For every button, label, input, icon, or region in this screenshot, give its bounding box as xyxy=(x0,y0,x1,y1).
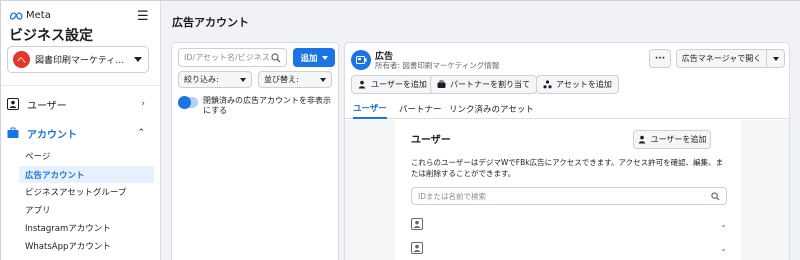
sidebar-subitem-ad-accounts[interactable]: 広告アカウント xyxy=(19,166,154,183)
tab-partners[interactable]: パートナー xyxy=(399,99,442,119)
business-avatar: へ xyxy=(13,51,30,68)
chevron-up-icon: ⌃ xyxy=(137,128,145,138)
sidebar-divider xyxy=(1,85,160,86)
action-label: パートナーを割り当て xyxy=(450,80,530,89)
add-user-icon xyxy=(358,80,366,89)
sidebar-item-label: アカウント xyxy=(27,129,77,141)
user-row[interactable]: ⌄ xyxy=(411,214,727,234)
menu-icon[interactable]: ☰ xyxy=(137,10,149,23)
page-heading: ビジネス設定 xyxy=(9,28,93,44)
account-owner: 所有者: 図書印刷マーケティング情報 xyxy=(375,61,500,70)
briefcase-icon xyxy=(7,127,19,138)
add-button[interactable]: 追加 xyxy=(293,48,335,67)
search-icon xyxy=(711,191,720,201)
sidebar-subitem-pages[interactable]: ページ xyxy=(19,147,155,164)
chevron-down-icon xyxy=(240,77,246,82)
tab-linked-assets[interactable]: リンク済みのアセット xyxy=(449,99,534,119)
users-description: これらのユーザーはデジマWでFBk広告にアクセスできます。アクセス許可を確認、編… xyxy=(411,158,724,178)
sidebar-item-users[interactable]: ユーザー › xyxy=(7,94,155,114)
add-asset-button[interactable]: アセットを追加 xyxy=(536,75,619,94)
chevron-down-icon xyxy=(772,56,779,61)
asset-search-input[interactable]: ID/アセット名/ビジネス... xyxy=(178,48,287,67)
assign-partner-button[interactable]: パートナーを割り当て xyxy=(430,75,537,94)
add-user-icon xyxy=(638,135,645,144)
add-button-label: 追加 xyxy=(300,53,318,64)
tab-users[interactable]: ユーザー xyxy=(353,99,387,119)
sidebar-subitem-whatsapp-accounts[interactable]: WhatsAppアカウント xyxy=(19,237,155,254)
user-avatar-icon xyxy=(411,242,423,254)
users-search-input[interactable]: IDまたは名前で検索 xyxy=(411,187,727,205)
chevron-right-icon: › xyxy=(141,99,145,109)
users-icon xyxy=(7,98,19,110)
add-user-action-button[interactable]: ユーザーを追加 xyxy=(351,75,434,94)
users-section-background: ユーザー ユーザーを追加 これらのユーザーはデジマWでFBk広告にアクセスできま… xyxy=(345,120,789,260)
toggle-label: 閉鎖済みの広告アカウントを非表示にする xyxy=(203,96,331,115)
action-label: ユーザーを追加 xyxy=(371,80,427,89)
page-title: 広告アカウント xyxy=(172,16,249,29)
chevron-down-icon xyxy=(321,55,328,60)
toggle-knob xyxy=(178,96,191,109)
users-title: ユーザー xyxy=(411,135,451,146)
users-search-placeholder: IDまたは名前で検索 xyxy=(418,191,486,201)
business-selector[interactable]: へ 図書印刷マーケティング... xyxy=(7,46,149,73)
sidebar: Meta ☰ ビジネス設定 へ 図書印刷マーケティング... ユーザー › アカ… xyxy=(1,1,161,260)
users-add-label: ユーザーを追加 xyxy=(650,135,707,144)
asset-icon xyxy=(543,80,552,89)
search-icon xyxy=(271,52,281,62)
account-list-panel: ID/アセット名/ビジネス... 追加 絞り込み: 並び替え: 閉鎖済みの広告ア… xyxy=(171,42,339,260)
business-name: 図書印刷マーケティング... xyxy=(35,56,130,66)
user-avatar-icon xyxy=(411,218,423,230)
chevron-down-icon xyxy=(320,77,326,82)
meta-logo-icon xyxy=(9,11,23,20)
sidebar-subitem-apps[interactable]: アプリ xyxy=(19,201,155,218)
chevron-down-icon: ⌄ xyxy=(720,243,727,253)
ad-account-glyph-icon xyxy=(355,55,366,64)
more-options-button[interactable]: ··· xyxy=(649,49,671,68)
action-label: アセットを追加 xyxy=(556,80,612,89)
users-card: ユーザー ユーザーを追加 これらのユーザーはデジマWでFBk広告にアクセスできま… xyxy=(395,120,741,260)
hide-closed-accounts-row: 閉鎖済みの広告アカウントを非表示にする xyxy=(178,96,334,116)
chevron-down-icon: ⌄ xyxy=(720,219,727,229)
sidebar-item-label: ユーザー xyxy=(27,100,67,112)
filter-label: 絞り込み: xyxy=(184,75,219,84)
sort-label: 並び替え: xyxy=(264,75,299,84)
search-placeholder: ID/アセット名/ビジネス... xyxy=(184,53,271,62)
sidebar-subitem-business-asset-groups[interactable]: ビジネスアセットグループ xyxy=(19,183,155,200)
ad-account-icon xyxy=(351,50,371,70)
sidebar-item-accounts[interactable]: アカウント ⌃ xyxy=(7,123,155,143)
partner-icon xyxy=(437,80,446,88)
detail-tabs: ユーザー パートナー リンク済みのアセット xyxy=(345,99,789,119)
sort-select[interactable]: 並び替え: xyxy=(258,71,332,88)
filter-select[interactable]: 絞り込み: xyxy=(178,71,252,88)
sidebar-subitem-instagram-accounts[interactable]: Instagramアカウント xyxy=(19,219,155,236)
users-add-button[interactable]: ユーザーを追加 xyxy=(633,130,711,149)
open-options-dropdown[interactable] xyxy=(766,49,785,68)
main-content: 広告アカウント ID/アセット名/ビジネス... 追加 絞り込み: 並び替え: … xyxy=(161,1,800,260)
brand-name: Meta xyxy=(26,10,51,21)
account-detail-panel: 広告 所有者: 図書印刷マーケティング情報 ··· 広告マネージャで開く ユーザ… xyxy=(344,42,790,260)
meta-brand[interactable]: Meta xyxy=(9,10,51,21)
chevron-down-icon xyxy=(134,57,142,62)
user-row[interactable]: ⌄ xyxy=(411,238,727,258)
open-in-ads-manager-button[interactable]: 広告マネージャで開く xyxy=(676,49,767,68)
hide-closed-accounts-toggle[interactable] xyxy=(178,96,198,109)
